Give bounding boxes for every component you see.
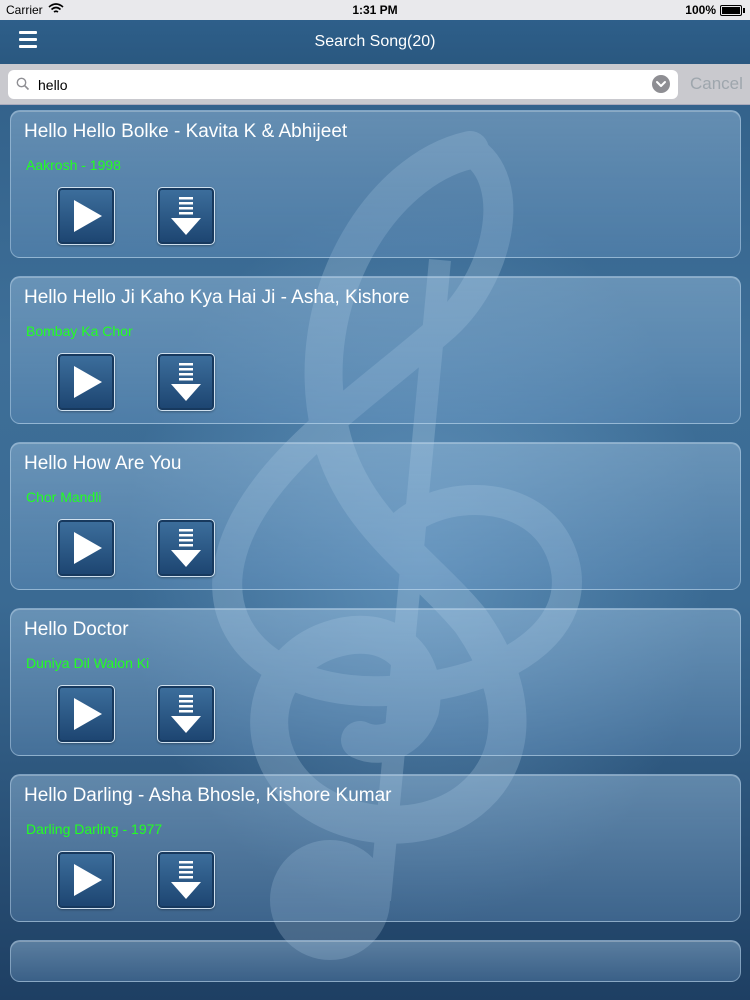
download-button[interactable] bbox=[157, 353, 215, 411]
battery-percentage: 100% bbox=[685, 3, 716, 17]
song-card-partial bbox=[10, 940, 741, 982]
play-icon bbox=[74, 532, 102, 564]
song-list: Hello Hello Bolke - Kavita K & Abhijeet … bbox=[0, 108, 750, 1000]
page-title: Search Song(20) bbox=[314, 33, 436, 50]
play-icon bbox=[74, 200, 102, 232]
battery-icon bbox=[720, 5, 745, 16]
song-title: Hello Doctor bbox=[24, 619, 129, 640]
search-icon bbox=[16, 77, 30, 91]
search-field[interactable] bbox=[8, 70, 678, 99]
search-input[interactable] bbox=[36, 74, 640, 96]
download-button[interactable] bbox=[157, 519, 215, 577]
download-button[interactable] bbox=[157, 187, 215, 245]
song-card: Hello Hello Ji Kaho Kya Hai Ji - Asha, K… bbox=[10, 276, 741, 424]
chevron-down-icon[interactable] bbox=[652, 75, 670, 93]
clock: 1:31 PM bbox=[352, 3, 398, 17]
song-title: Hello Darling - Asha Bhosle, Kishore Kum… bbox=[24, 785, 392, 806]
song-card: Hello How Are You Chor Mandli bbox=[10, 442, 741, 590]
song-title: Hello How Are You bbox=[24, 453, 182, 474]
play-button[interactable] bbox=[57, 353, 115, 411]
download-icon bbox=[171, 695, 201, 733]
play-button[interactable] bbox=[57, 851, 115, 909]
album-name: Bombay Ka Chor bbox=[26, 323, 133, 339]
play-button[interactable] bbox=[57, 519, 115, 577]
play-icon bbox=[74, 864, 102, 896]
song-card: Hello Darling - Asha Bhosle, Kishore Kum… bbox=[10, 774, 741, 922]
song-title: Hello Hello Bolke - Kavita K & Abhijeet bbox=[24, 121, 348, 142]
play-button[interactable] bbox=[57, 187, 115, 245]
cancel-button[interactable]: Cancel bbox=[690, 74, 743, 94]
download-icon bbox=[171, 529, 201, 567]
download-icon bbox=[171, 197, 201, 235]
album-name: Darling Darling - 1977 bbox=[26, 821, 163, 837]
download-icon bbox=[171, 363, 201, 401]
play-icon bbox=[74, 366, 102, 398]
download-icon bbox=[171, 861, 201, 899]
play-icon bbox=[74, 698, 102, 730]
download-button[interactable] bbox=[157, 685, 215, 743]
song-card: Hello Hello Bolke - Kavita K & Abhijeet … bbox=[10, 110, 741, 258]
play-button[interactable] bbox=[57, 685, 115, 743]
download-button[interactable] bbox=[157, 851, 215, 909]
search-bar: Cancel bbox=[0, 64, 750, 105]
song-title: Hello Hello Ji Kaho Kya Hai Ji - Asha, K… bbox=[24, 287, 410, 308]
album-name: Duniya Dil Walon Ki bbox=[26, 655, 150, 671]
song-card: Hello Doctor Duniya Dil Walon Ki bbox=[10, 608, 741, 756]
album-name: Chor Mandli bbox=[26, 489, 102, 505]
album-name: Aakrosh - 1998 bbox=[26, 157, 121, 173]
navigation-bar: Search Song(20) bbox=[0, 20, 750, 64]
status-bar: Carrier 1:31 PM 100% bbox=[0, 0, 750, 20]
